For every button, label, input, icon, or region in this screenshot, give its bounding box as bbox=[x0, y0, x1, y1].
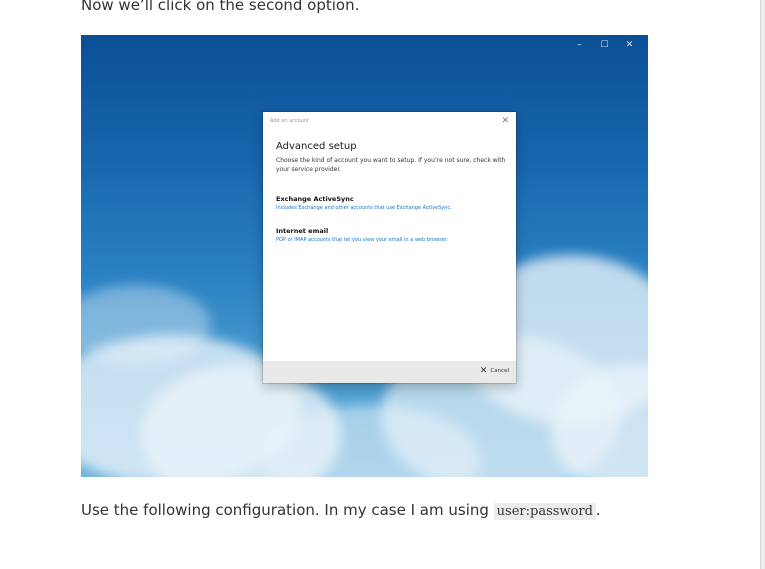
minimize-icon[interactable]: – bbox=[567, 38, 592, 52]
dialog-titlebar: Add an account ✕ bbox=[263, 112, 516, 130]
add-account-dialog: Add an account ✕ Advanced setup Choose t… bbox=[263, 112, 516, 383]
article-page: Now we’ll click on the second option. – … bbox=[0, 0, 765, 569]
dialog-heading: Advanced setup bbox=[276, 141, 357, 152]
credentials-code: user:password bbox=[493, 503, 596, 520]
page-edge-divider bbox=[760, 0, 765, 569]
config-text-prefix: Use the following configuration. In my c… bbox=[81, 501, 494, 519]
window-controls: – ☐ ✕ bbox=[567, 38, 642, 52]
dialog-description: Choose the kind of account you want to s… bbox=[276, 157, 506, 173]
option-subtitle: Includes Exchange and other accounts tha… bbox=[276, 205, 452, 211]
option-internet-email[interactable]: Internet email POP or IMAP accounts that… bbox=[276, 226, 508, 245]
dialog-close-icon[interactable]: ✕ bbox=[501, 115, 509, 127]
close-icon: ✕ bbox=[479, 366, 488, 376]
dialog-footer: ✕ Cancel bbox=[263, 361, 516, 383]
option-title: Exchange ActiveSync bbox=[276, 195, 354, 203]
config-paragraph: Use the following configuration. In my c… bbox=[81, 499, 601, 523]
close-icon[interactable]: ✕ bbox=[617, 38, 642, 52]
embedded-screenshot: – ☐ ✕ Add an account ✕ Advanced setup Ch… bbox=[81, 35, 648, 477]
option-title: Internet email bbox=[276, 227, 329, 235]
option-exchange-activesync[interactable]: Exchange ActiveSync Includes Exchange an… bbox=[276, 194, 508, 213]
maximize-icon[interactable]: ☐ bbox=[592, 38, 617, 52]
option-subtitle: POP or IMAP accounts that let you view y… bbox=[276, 237, 448, 243]
cancel-button[interactable]: ✕ Cancel bbox=[480, 366, 509, 376]
config-text-suffix: . bbox=[595, 501, 601, 519]
cancel-label: Cancel bbox=[490, 368, 509, 374]
dialog-title: Add an account bbox=[270, 118, 310, 124]
intro-paragraph: Now we’ll click on the second option. bbox=[81, 0, 360, 14]
